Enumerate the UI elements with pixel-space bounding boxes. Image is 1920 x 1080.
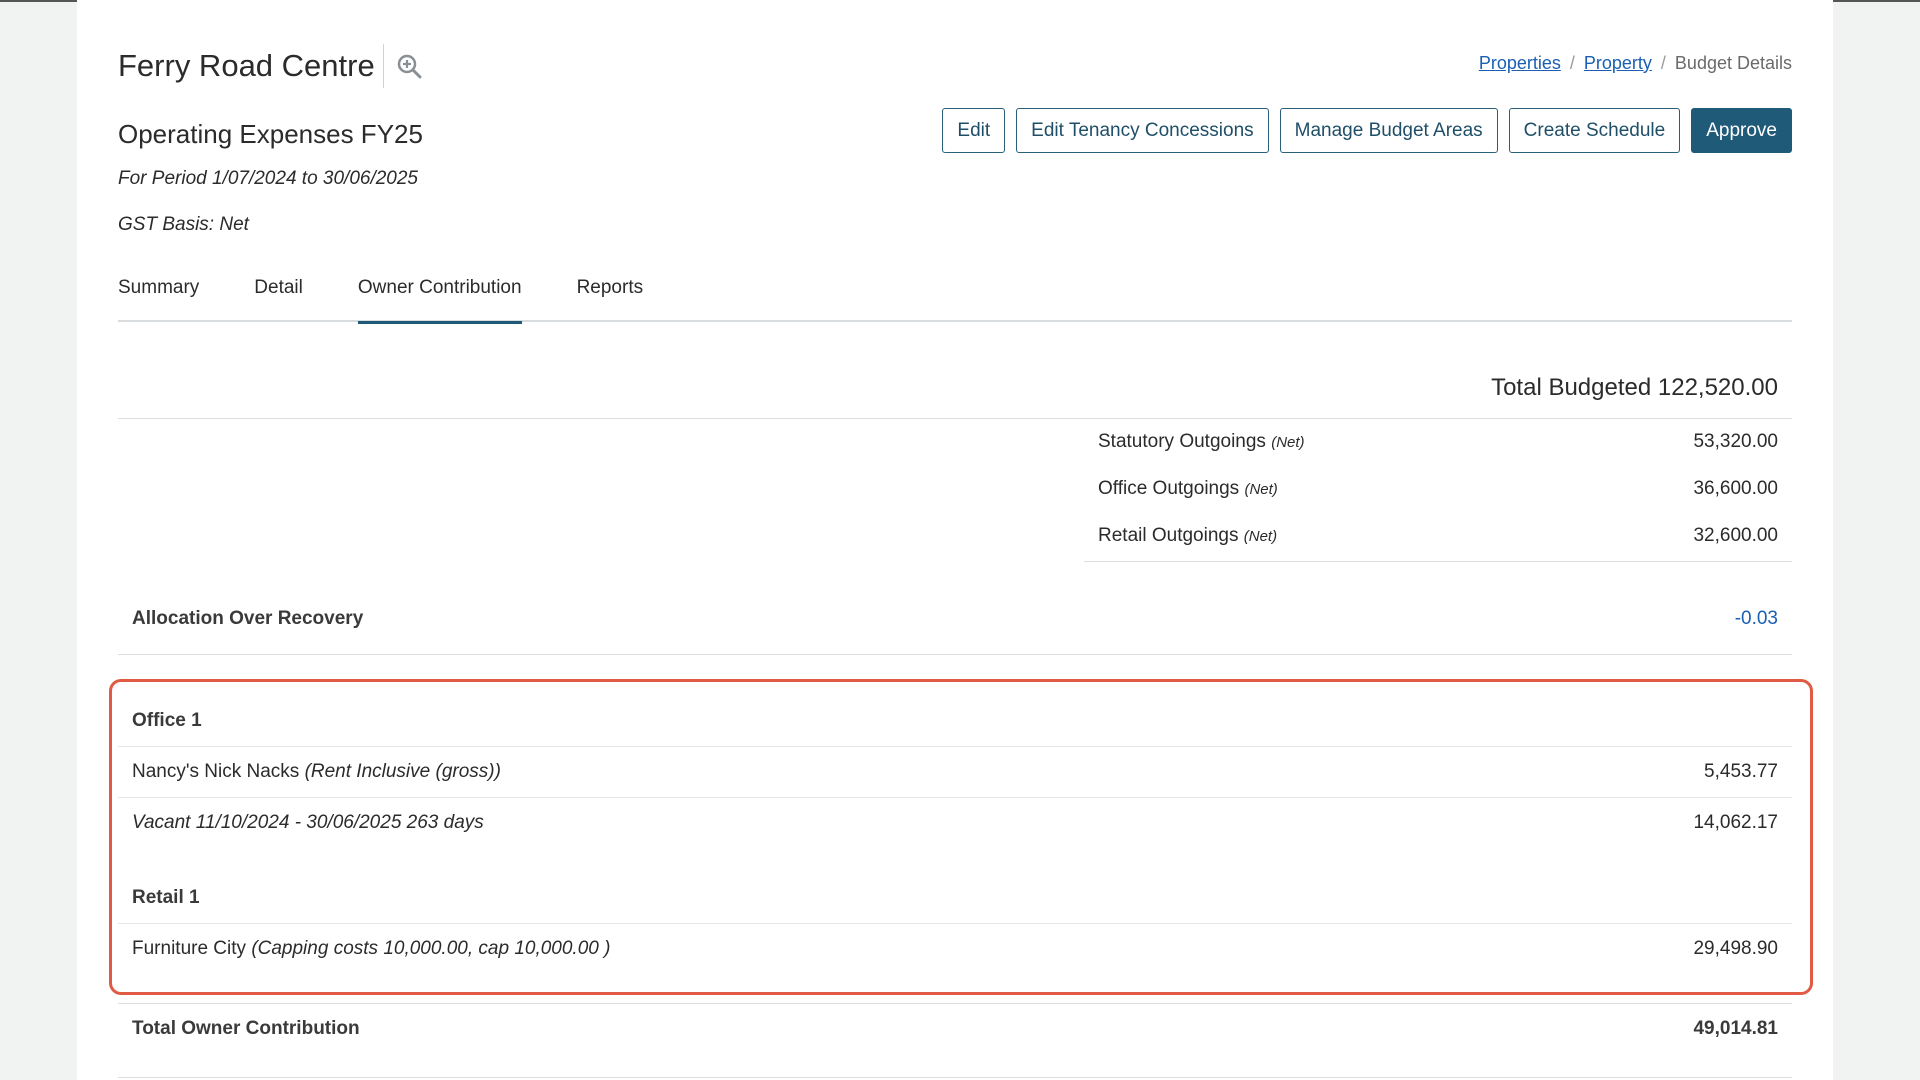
outgoing-label: Office Outgoings (Net) xyxy=(1098,477,1278,499)
budget-period: For Period 1/07/2024 to 30/06/2025 xyxy=(118,168,419,189)
breadcrumb: Properties / Property / Budget Details xyxy=(1479,53,1792,74)
breadcrumb-separator: / xyxy=(1660,53,1666,73)
total-budgeted: Total Budgeted 122,520.00 xyxy=(1491,374,1778,401)
tab-reports[interactable]: Reports xyxy=(577,270,644,322)
divider xyxy=(1084,561,1792,562)
divider xyxy=(118,654,1792,655)
tab-owner-contribution[interactable]: Owner Contribution xyxy=(357,270,522,324)
zoom-in-icon[interactable] xyxy=(396,52,422,80)
amount-cell: 14,062.17 xyxy=(1693,812,1778,833)
gst-basis: GST Basis: Net xyxy=(118,214,249,235)
table-row: Vacant 11/10/2024 - 30/06/2025 263 days … xyxy=(118,797,1792,848)
action-buttons: Edit Edit Tenancy Concessions Manage Bud… xyxy=(942,108,1792,153)
table-row: Nancy's Nick Nacks (Rent Inclusive (gros… xyxy=(118,746,1792,797)
divider xyxy=(118,1077,1792,1078)
breadcrumb-separator: / xyxy=(1569,53,1575,73)
tenant-cell: Nancy's Nick Nacks (Rent Inclusive (gros… xyxy=(132,761,501,782)
outgoing-label: Retail Outgoings (Net) xyxy=(1098,524,1278,546)
area-heading: Office 1 xyxy=(132,710,202,731)
budget-title: Operating Expenses FY25 xyxy=(118,119,423,149)
create-schedule-button[interactable]: Create Schedule xyxy=(1508,108,1681,153)
outgoing-amount: 32,600.00 xyxy=(1693,524,1778,546)
property-header: Ferry Road Centre xyxy=(118,44,422,88)
breadcrumb-properties[interactable]: Properties xyxy=(1479,53,1561,74)
outgoing-row: Office Outgoings (Net) 36,600.00 xyxy=(1084,465,1792,512)
total-owner-label: Total Owner Contribution xyxy=(132,1017,360,1039)
allocation-value: -0.03 xyxy=(1734,608,1778,629)
tenant-cell: Furniture City (Capping costs 10,000.00,… xyxy=(132,938,611,959)
edit-button[interactable]: Edit xyxy=(942,108,1006,153)
tab-detail[interactable]: Detail xyxy=(254,270,303,322)
outgoing-row: Retail Outgoings (Net) 32,600.00 xyxy=(1084,512,1792,559)
outgoing-amount: 53,320.00 xyxy=(1693,430,1778,452)
total-owner-contribution-row: Total Owner Contribution 49,014.81 xyxy=(118,1003,1792,1053)
outgoing-label: Statutory Outgoings (Net) xyxy=(1098,430,1305,452)
breadcrumb-current: Budget Details xyxy=(1674,53,1792,73)
breadcrumb-property[interactable]: Property xyxy=(1584,53,1652,74)
property-title: Ferry Road Centre xyxy=(118,44,384,88)
outgoing-row: Statutory Outgoings (Net) 53,320.00 xyxy=(1084,418,1792,465)
amount-cell: 29,498.90 xyxy=(1693,938,1778,959)
total-owner-value: 49,014.81 xyxy=(1693,1017,1778,1039)
approve-button[interactable]: Approve xyxy=(1691,108,1792,153)
tab-summary[interactable]: Summary xyxy=(118,270,199,322)
allocation-over-recovery-row: Allocation Over Recovery -0.03 xyxy=(118,608,1792,630)
outgoings-breakdown: Statutory Outgoings (Net) 53,320.00 Offi… xyxy=(1084,418,1792,562)
tab-bar: Summary Detail Owner Contribution Report… xyxy=(118,270,1792,324)
manage-budget-areas-button[interactable]: Manage Budget Areas xyxy=(1279,108,1498,153)
page-card: Ferry Road Centre Properties / Property … xyxy=(77,0,1833,1080)
table-row: Furniture City (Capping costs 10,000.00,… xyxy=(118,923,1792,974)
owner-contribution-list: Office 1 Nancy's Nick Nacks (Rent Inclus… xyxy=(118,696,1792,974)
area-heading: Retail 1 xyxy=(132,887,200,908)
vacancy-cell: Vacant 11/10/2024 - 30/06/2025 263 days xyxy=(132,812,484,833)
allocation-label: Allocation Over Recovery xyxy=(132,608,364,629)
edit-tenancy-concessions-button[interactable]: Edit Tenancy Concessions xyxy=(1016,108,1269,153)
outgoing-amount: 36,600.00 xyxy=(1693,477,1778,499)
amount-cell: 5,453.77 xyxy=(1704,761,1778,782)
